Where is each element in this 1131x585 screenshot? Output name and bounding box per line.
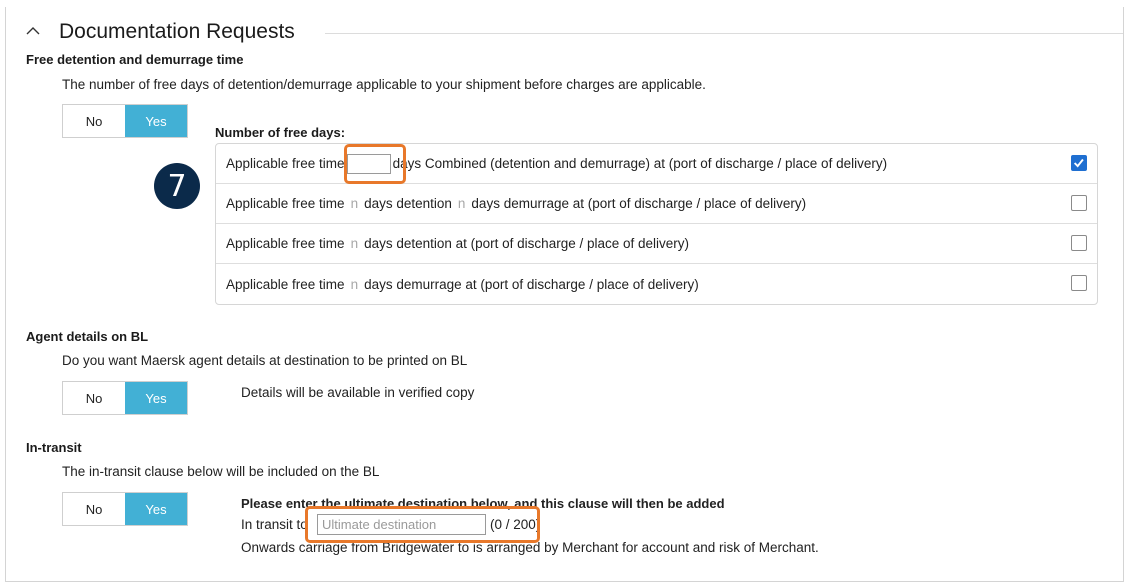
- option-suffix: days Combined (detention and demurrage) …: [392, 156, 888, 171]
- free-days-highlight: [344, 144, 406, 184]
- option-suffix: days detention at (port of discharge / p…: [364, 236, 690, 251]
- split-checkbox[interactable]: [1071, 195, 1087, 211]
- free-time-yes-button[interactable]: Yes: [125, 105, 187, 137]
- n-placeholder: n: [350, 276, 359, 292]
- in-transit-heading: In-transit: [26, 440, 82, 455]
- in-transit-no-button[interactable]: No: [63, 493, 125, 525]
- destination-highlight: [305, 506, 540, 543]
- option-prefix: Applicable free time: [226, 196, 345, 211]
- free-days-subheading: Number of free days:: [215, 125, 346, 140]
- free-time-toggle: No Yes: [62, 104, 188, 138]
- in-transit-description: The in-transit clause below will be incl…: [62, 464, 380, 479]
- agent-details-heading: Agent details on BL: [26, 329, 149, 344]
- agent-details-no-button[interactable]: No: [63, 382, 125, 414]
- n-placeholder: n: [457, 196, 466, 211]
- option-prefix: Applicable free time: [226, 276, 345, 292]
- n-placeholder: n: [350, 236, 359, 251]
- option-suffix: days demurrage at (port of discharge / p…: [364, 276, 699, 292]
- n-placeholder: n: [350, 196, 359, 211]
- free-time-heading: Free detention and demurrage time: [26, 52, 244, 67]
- free-days-option-demurrage[interactable]: Applicable free time n days demurrage at…: [216, 264, 1097, 304]
- agent-details-description: Do you want Maersk agent details at dest…: [62, 353, 468, 368]
- in-transit-toggle: No Yes: [62, 492, 188, 526]
- agent-details-toggle: No Yes: [62, 381, 188, 415]
- demurrage-checkbox[interactable]: [1071, 275, 1087, 291]
- agent-details-yes-button[interactable]: Yes: [125, 382, 187, 414]
- section-divider: [325, 33, 1123, 34]
- section-title: Documentation Requests: [59, 20, 295, 43]
- checkmark-icon: [1073, 158, 1084, 168]
- option-prefix: Applicable free time: [226, 236, 345, 251]
- free-days-option-split[interactable]: Applicable free time n days detention n …: [216, 184, 1097, 224]
- in-transit-label: In transit to: [241, 517, 308, 532]
- agent-details-note: Details will be available in verified co…: [241, 385, 475, 400]
- step-marker: 7: [154, 163, 200, 209]
- chevron-up-icon[interactable]: [24, 24, 42, 38]
- free-time-no-button[interactable]: No: [63, 105, 125, 137]
- option-suffix: days demurrage at (port of discharge / p…: [471, 196, 807, 211]
- option-prefix: Applicable free time: [226, 156, 345, 171]
- detention-checkbox[interactable]: [1071, 235, 1087, 251]
- option-mid: days detention: [364, 196, 452, 211]
- in-transit-yes-button[interactable]: Yes: [125, 493, 187, 525]
- combined-checkbox[interactable]: [1071, 155, 1087, 171]
- free-time-description: The number of free days of detention/dem…: [62, 77, 706, 92]
- free-days-option-detention[interactable]: Applicable free time n days detention at…: [216, 224, 1097, 264]
